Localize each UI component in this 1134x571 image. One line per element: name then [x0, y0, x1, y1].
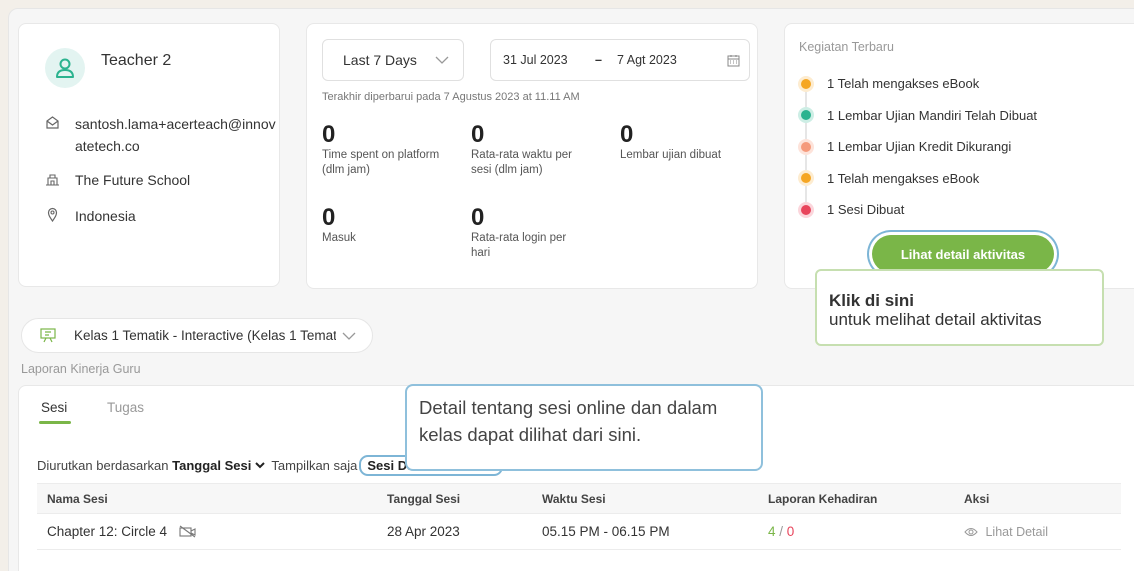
- activity-dot: [801, 204, 811, 215]
- profile-email-line1: santosh.lama+acerteach@innov: [75, 116, 276, 132]
- activity-dot: [801, 173, 811, 184]
- profile-email-row: santosh.lama+acerteach@innov atetech.co: [45, 113, 276, 157]
- activity-item: 1 Telah mengakses eBook: [801, 163, 1081, 195]
- stat-value: 0: [322, 204, 336, 231]
- session-date: 28 Apr 2023: [377, 513, 532, 550]
- classroom-icon: [40, 328, 56, 343]
- col-header: Waktu Sesi: [532, 483, 758, 514]
- tab-tugas[interactable]: Tugas: [107, 400, 144, 415]
- class-selector[interactable]: Kelas 1 Tematik - Interactive (Kelas 1 T…: [21, 318, 373, 353]
- attendance-present: 4: [768, 524, 776, 539]
- activity-dot: [801, 141, 811, 152]
- date-to: 7 Agt 2023: [617, 53, 677, 67]
- class-selector-label: Kelas 1 Tematik - Interactive (Kelas 1 T…: [74, 328, 336, 343]
- profile-country-row: Indonesia: [45, 205, 136, 227]
- col-header: Laporan Kehadiran: [758, 483, 954, 514]
- activity-item: 1 Lembar Ujian Mandiri Telah Dibuat: [801, 100, 1081, 132]
- stat-avg-logins: 0 Rata-rata login per hari: [471, 205, 581, 261]
- stat-logins: 0 Masuk: [322, 205, 452, 246]
- stat-label: Time spent on platform (dlm jam): [322, 149, 440, 176]
- calendar-icon[interactable]: [727, 54, 740, 67]
- profile-school-row: The Future School: [45, 169, 190, 191]
- date-separator: –: [595, 53, 602, 67]
- session-name: Chapter 12: Circle 4: [47, 524, 168, 539]
- attendance-separator: /: [775, 524, 787, 539]
- table-header-row: Nama Sesi Tanggal Sesi Waktu Sesi Lapora…: [37, 483, 1121, 514]
- stat-avg-session-time: 0 Rata-rata waktu per sesi (dlm jam): [471, 122, 591, 178]
- stat-value: 0: [620, 121, 634, 148]
- chevron-down-icon[interactable]: [255, 462, 266, 469]
- sessions-table: Nama Sesi Tanggal Sesi Waktu Sesi Lapora…: [37, 483, 1121, 550]
- school-icon: [46, 174, 59, 186]
- profile-email-line2: atetech.co: [75, 138, 140, 154]
- attendance-cell: 4 / 0: [758, 513, 954, 550]
- date-from: 31 Jul 2023: [503, 53, 568, 67]
- profile-name: Teacher 2: [101, 52, 172, 69]
- activity-item: 1 Sesi Dibuat: [801, 194, 1081, 226]
- sessions-callout: Detail tentang sesi online dan dalam kel…: [405, 384, 763, 471]
- page-frame: Teacher 2 santosh.lama+acerteach@innov at…: [8, 8, 1134, 571]
- range-dropdown-label: Last 7 Days: [343, 52, 417, 68]
- col-header: Nama Sesi: [37, 483, 377, 514]
- stat-value: 0: [471, 204, 485, 231]
- activity-text: 1 Lembar Ujian Kredit Dikurangi: [827, 139, 1012, 155]
- stat-label: Lembar ujian dibuat: [620, 149, 722, 161]
- stat-label: Masuk: [322, 232, 356, 244]
- tab-sesi[interactable]: Sesi: [38, 400, 72, 424]
- col-header: Aksi: [954, 483, 1121, 514]
- email-icon: [46, 116, 59, 129]
- activity-tooltip: Klik di sini untuk melihat detail aktivi…: [815, 269, 1104, 346]
- profile-school: The Future School: [75, 172, 191, 188]
- location-icon: [47, 207, 58, 222]
- activity-dot: [801, 110, 811, 121]
- video-off-icon: [179, 525, 196, 538]
- range-dropdown[interactable]: Last 7 Days: [322, 39, 464, 81]
- activity-text: 1 Telah mengakses eBook: [827, 170, 980, 186]
- view-detail-link[interactable]: Lihat Detail: [985, 525, 1048, 539]
- activity-item: 1 Lembar Ujian Kredit Dikurangi: [801, 131, 1081, 163]
- activity-text: 1 Lembar Ujian Mandiri Telah Dibuat: [827, 107, 1038, 123]
- sort-prefix: Diurutkan berdasarkan: [37, 458, 169, 473]
- activity-text: 1 Telah mengakses eBook: [827, 76, 980, 92]
- activity-title: Kegiatan Terbaru: [799, 40, 894, 54]
- chevron-down-icon: [435, 56, 449, 64]
- activity-item: 1 Telah mengakses eBook: [801, 68, 1081, 100]
- stat-label: Rata-rata waktu per sesi (dlm jam): [471, 149, 572, 176]
- tooltip-title: Klik di sini: [829, 291, 915, 310]
- session-name-cell: Chapter 12: Circle 4: [37, 513, 377, 550]
- stats-card: Last 7 Days 31 Jul 2023 – 7 Agt 2023 Ter…: [306, 23, 758, 289]
- user-icon: [56, 58, 74, 78]
- activity-text: 1 Sesi Dibuat: [827, 202, 905, 218]
- stat-label: Rata-rata login per hari: [471, 232, 567, 259]
- date-range-picker[interactable]: 31 Jul 2023 – 7 Agt 2023: [490, 39, 750, 81]
- stat-value: 0: [322, 121, 336, 148]
- sort-field[interactable]: Tanggal Sesi: [172, 458, 251, 473]
- activity-timeline: 1 Telah mengakses eBook 1 Lembar Ujian M…: [801, 68, 1081, 226]
- avatar: [45, 48, 85, 88]
- profile-country: Indonesia: [75, 208, 136, 224]
- table-row: Chapter 12: Circle 4 28 Apr 2023 05.15 P…: [37, 513, 1121, 550]
- attendance-absent: 0: [786, 524, 795, 539]
- stat-time-spent: 0 Time spent on platform (dlm jam): [322, 122, 452, 178]
- session-time: 05.15 PM - 06.15 PM: [532, 513, 758, 550]
- action-cell[interactable]: Lihat Detail: [954, 513, 1121, 550]
- show-label: Tampilkan saja: [271, 458, 358, 473]
- eye-icon: [964, 527, 978, 536]
- stat-value: 0: [471, 121, 485, 148]
- last-updated: Terakhir diperbarui pada 7 Agustus 2023 …: [322, 91, 580, 103]
- section-label: Laporan Kinerja Guru: [21, 362, 141, 376]
- col-header: Tanggal Sesi: [377, 483, 532, 514]
- tooltip-body: untuk melihat detail aktivitas: [829, 310, 1042, 329]
- chevron-down-icon: [342, 332, 356, 340]
- view-activity-details-button[interactable]: Lihat detail aktivitas: [872, 235, 1054, 273]
- stat-exam-sheets: 0 Lembar ujian dibuat: [620, 122, 755, 163]
- profile-card: Teacher 2 santosh.lama+acerteach@innov at…: [18, 23, 280, 287]
- activity-dot: [801, 78, 811, 89]
- activity-card: Kegiatan Terbaru 1 Telah mengakses eBook…: [784, 23, 1134, 289]
